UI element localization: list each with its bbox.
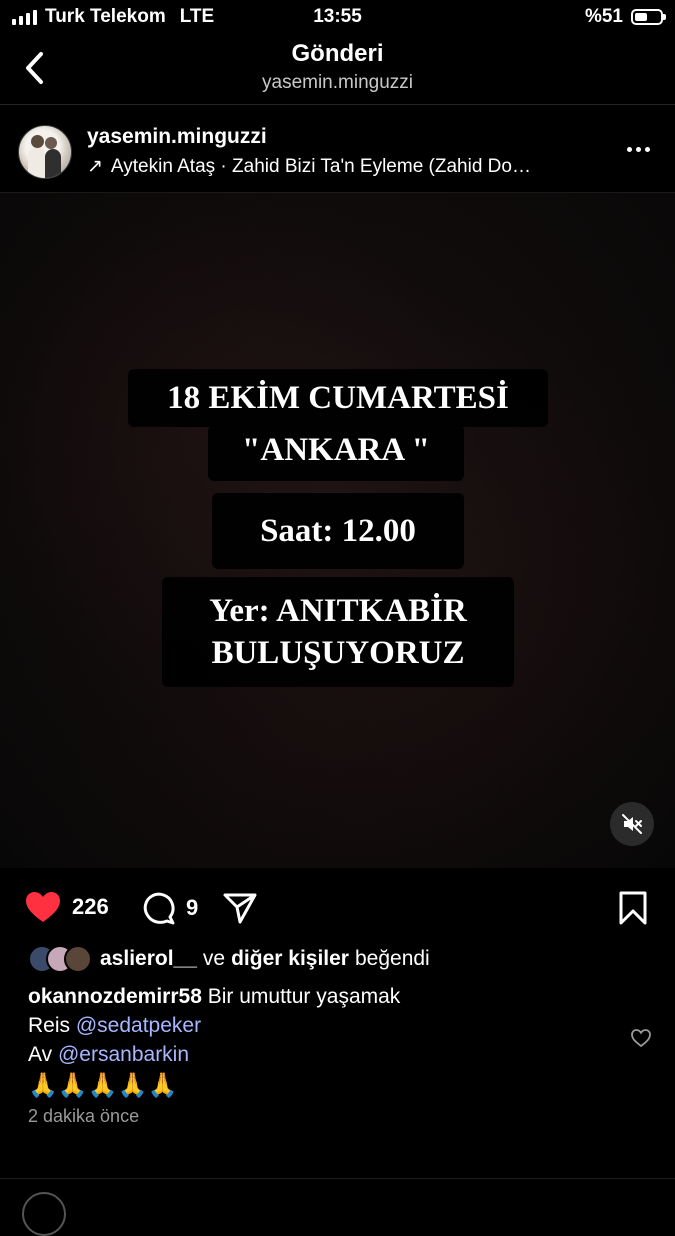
comment-action[interactable]: 9 bbox=[140, 890, 198, 926]
share-icon bbox=[223, 893, 257, 924]
divider bbox=[0, 1178, 675, 1179]
post-timestamp: 2 dakika önce bbox=[28, 1106, 140, 1126]
page-subtitle: yasemin.minguzzi bbox=[262, 72, 413, 93]
caption-line2-prefix: Reis bbox=[28, 1014, 71, 1037]
liker-avatar-3 bbox=[64, 945, 92, 973]
comment-icon bbox=[143, 892, 175, 925]
caption-line3-prefix: Av bbox=[28, 1043, 53, 1066]
next-post-avatar[interactable] bbox=[22, 1192, 66, 1236]
mention-link[interactable]: @ersanbarkin bbox=[58, 1043, 189, 1066]
save-button[interactable] bbox=[618, 890, 648, 926]
liker-username[interactable]: aslierol__ bbox=[100, 947, 197, 971]
battery-icon bbox=[631, 9, 666, 25]
mute-button[interactable] bbox=[610, 802, 654, 846]
likes-connector: ve bbox=[202, 947, 226, 970]
music-title: Aytekin Ataş · Zahid Bizi Ta'n Eyleme (Z… bbox=[110, 155, 531, 177]
status-time: 13:55 bbox=[313, 6, 362, 27]
caption-author[interactable]: okannozdemirr58 bbox=[28, 985, 202, 1008]
page-title: Gönderi bbox=[291, 40, 384, 67]
status-right: %51 bbox=[584, 6, 666, 28]
arrow-up-right-icon: ↗ bbox=[87, 156, 103, 177]
more-button[interactable] bbox=[623, 137, 653, 161]
action-bar: 226 9 bbox=[0, 868, 675, 946]
mention-link[interactable]: @sedatpeker bbox=[76, 1014, 201, 1037]
likes-summary[interactable]: aslierol__ ve diğer kişiler beğendi bbox=[28, 945, 430, 973]
battery-percent: %51 bbox=[584, 6, 623, 27]
more-icon bbox=[626, 146, 632, 152]
mute-icon bbox=[622, 814, 642, 834]
bookmark-icon bbox=[619, 891, 647, 925]
nav-header: Gönderi yasemin.minguzzi bbox=[0, 36, 675, 105]
likes-others[interactable]: diğer kişiler bbox=[231, 947, 349, 971]
post-header: yasemin.minguzzi ↗ Aytekin Ataş · Zahid … bbox=[0, 105, 675, 193]
post-username[interactable]: yasemin.minguzzi bbox=[87, 125, 267, 149]
avatar[interactable] bbox=[18, 125, 72, 179]
battery-fill bbox=[635, 13, 648, 21]
caption-emojis: 🙏🙏🙏🙏🙏 bbox=[28, 1072, 178, 1099]
overlay-text-city: "ANKARA " bbox=[208, 425, 464, 481]
likes-verb: beğendi bbox=[354, 947, 430, 970]
overlay-text-place: Yer: ANITKABİR BULUŞUYORUZ bbox=[162, 577, 514, 687]
like-action[interactable]: 226 bbox=[24, 890, 109, 924]
caption: okannozdemirr58 Bir umuttur yaşamak Reis… bbox=[28, 982, 628, 1103]
share-button[interactable] bbox=[222, 890, 258, 926]
like-count: 226 bbox=[72, 894, 109, 919]
heart-filled-icon bbox=[26, 892, 60, 922]
post-media[interactable]: 18 EKİM CUMARTESİ "ANKARA " Saat: 12.00 … bbox=[0, 193, 675, 868]
overlay-text-date: 18 EKİM CUMARTESİ bbox=[128, 369, 548, 427]
status-bar: Turk Telekom LTE 13:55 %51 bbox=[0, 0, 675, 36]
comment-count: 9 bbox=[186, 895, 199, 920]
caption-text: Bir umuttur yaşamak bbox=[207, 985, 401, 1008]
heart-outline-icon bbox=[631, 1029, 651, 1048]
overlay-text-time: Saat: 12.00 bbox=[212, 493, 464, 569]
comment-like-button[interactable] bbox=[630, 1028, 652, 1053]
music-link[interactable]: ↗ Aytekin Ataş · Zahid Bizi Ta'n Eyleme … bbox=[87, 155, 587, 178]
